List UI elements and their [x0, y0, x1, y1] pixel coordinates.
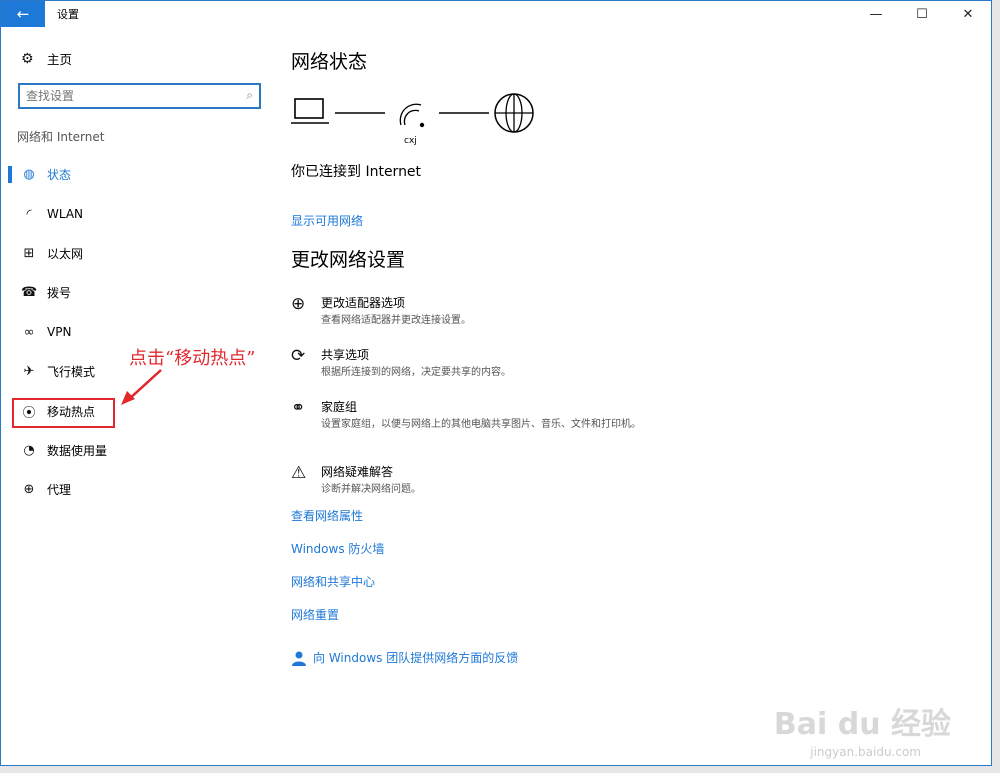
back-button[interactable]: ←	[1, 1, 45, 27]
setting-description: 查看网络适配器并更改连接设置。	[321, 315, 471, 326]
airplane-icon: ✈	[23, 364, 35, 380]
network-diagram: cxj	[291, 93, 534, 146]
maximize-button[interactable]: ☐	[899, 1, 945, 27]
feedback-label: 向 Windows 团队提供网络方面的反馈	[313, 651, 519, 665]
search-box[interactable]: ⌕	[18, 83, 261, 109]
sidebar-item-label: WLAN	[47, 207, 84, 222]
show-networks-link[interactable]: 显示可用网络	[291, 212, 363, 229]
data-usage-icon: ◔	[23, 442, 35, 458]
feedback-link[interactable]: 向 Windows 团队提供网络方面的反馈	[291, 649, 518, 666]
home-label: 主页	[47, 52, 73, 67]
connection-status-text: 你已连接到 Internet	[291, 164, 422, 180]
nav-list: ◍ 状态 ◜ WLAN ⊞ 以太网 ☎ 拨号 ∞ VPN ✈ 飞行模式 ⦿ 移动…	[1, 155, 276, 510]
window-title: 设置	[57, 8, 79, 21]
change-settings-title: 更改网络设置	[291, 249, 406, 271]
ethernet-icon: ⊞	[23, 245, 35, 261]
setting-homegroup[interactable]: ⚭ 家庭组 设置家庭组，以便与网络上的其他电脑共享图片、音乐、文件和打印机。	[291, 398, 651, 432]
sidebar-item-ethernet[interactable]: ⊞ 以太网	[1, 234, 276, 273]
close-button[interactable]: ✕	[945, 1, 991, 27]
search-input[interactable]	[20, 85, 220, 107]
adapter-icon: ⊕	[291, 294, 306, 314]
setting-description: 设置家庭组，以便与网络上的其他电脑共享图片、音乐、文件和打印机。	[321, 419, 641, 430]
watermark-url: jingyan.baidu.com	[810, 745, 921, 759]
setting-title: 共享选项	[321, 348, 370, 362]
annotation-highlight-box	[12, 398, 115, 428]
vpn-icon: ∞	[23, 324, 35, 340]
internet-globe-icon	[494, 93, 534, 133]
sharing-icon: ⟳	[291, 346, 306, 366]
sidebar-item-label: 数据使用量	[47, 443, 108, 458]
sidebar-item-label: 以太网	[47, 246, 84, 261]
setting-description: 根据所连接到的网络，决定要共享的内容。	[321, 367, 511, 378]
proxy-icon: ⊕	[23, 482, 35, 498]
setting-adapter-options[interactable]: ⊕ 更改适配器选项 查看网络适配器并更改连接设置。	[291, 294, 651, 328]
setting-description: 诊断并解决网络问题。	[321, 484, 421, 495]
windows-firewall-link[interactable]: Windows 防火墙	[291, 540, 384, 557]
sidebar-item-proxy[interactable]: ⊕ 代理	[1, 470, 276, 509]
network-sharing-center-link[interactable]: 网络和共享中心	[291, 573, 375, 590]
view-network-properties-link[interactable]: 查看网络属性	[291, 507, 363, 524]
sidebar-item-dialup[interactable]: ☎ 拨号	[1, 273, 276, 312]
sidebar-item-label: 代理	[47, 483, 72, 498]
dialup-icon: ☎	[21, 285, 38, 301]
warning-icon: ⚠	[291, 463, 307, 483]
setting-troubleshoot[interactable]: ⚠ 网络疑难解答 诊断并解决网络问题。	[291, 463, 651, 497]
sidebar-item-label: VPN	[47, 325, 72, 340]
sidebar-item-status[interactable]: ◍ 状态	[1, 155, 276, 194]
setting-sharing-options[interactable]: ⟳ 共享选项 根据所连接到的网络，决定要共享的内容。	[291, 346, 651, 380]
setting-title: 家庭组	[321, 400, 358, 414]
minimize-button[interactable]: —	[853, 1, 899, 27]
feedback-person-icon	[292, 651, 306, 666]
sidebar-item-label: 飞行模式	[47, 365, 96, 380]
annotation-arrow-icon	[121, 369, 162, 405]
network-status-title: 网络状态	[291, 51, 368, 73]
homegroup-icon: ⚭	[291, 398, 306, 418]
watermark-logo: Bai du 经验	[773, 707, 951, 742]
search-icon[interactable]: ⌕	[246, 88, 253, 103]
wifi-icon: ◜	[26, 206, 32, 222]
sidebar-item-label: 状态	[47, 168, 72, 183]
sidebar-item-label: 拨号	[47, 286, 72, 301]
sidebar-item-wlan[interactable]: ◜ WLAN	[1, 194, 276, 233]
title-bar: ← 设置 — ☐ ✕	[1, 1, 991, 27]
laptop-icon	[291, 98, 329, 124]
globe-icon: ◍	[23, 167, 35, 183]
setting-title: 网络疑难解答	[321, 465, 394, 479]
gear-icon: ⚙	[21, 50, 34, 67]
section-heading: 网络和 Internet	[17, 130, 105, 144]
wifi-name: cxj	[404, 136, 417, 146]
setting-title: 更改适配器选项	[321, 296, 406, 310]
sidebar-item-data-usage[interactable]: ◔ 数据使用量	[1, 431, 276, 470]
settings-window: ← 设置 — ☐ ✕ ⚙ 主页 ⌕ 网络和 Internet ◍ 状态 ◜ WL…	[0, 0, 992, 766]
sidebar-home[interactable]: ⚙ 主页	[21, 49, 72, 68]
network-reset-link[interactable]: 网络重置	[291, 606, 339, 623]
wifi-signal-icon	[399, 103, 425, 128]
